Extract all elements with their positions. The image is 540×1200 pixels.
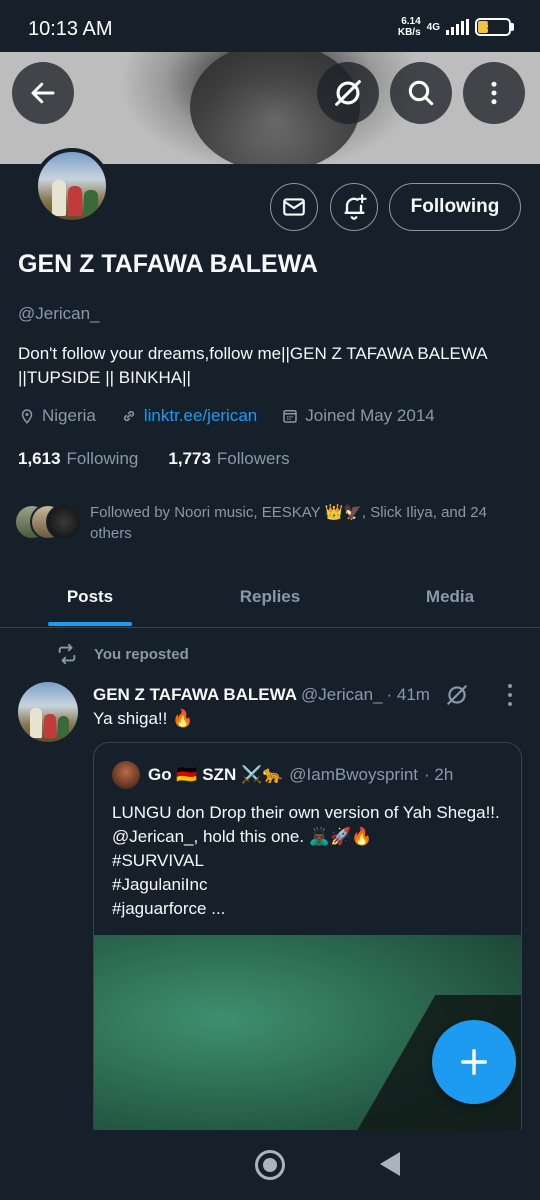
quote-avatar	[112, 761, 140, 789]
tab-media[interactable]: Media	[360, 568, 540, 626]
follow-counts: 1,613 Following 1,773 Followers	[18, 449, 290, 469]
calendar-icon	[283, 410, 297, 423]
profile-banner	[0, 52, 540, 164]
network-type: 4G	[426, 21, 440, 33]
following-count[interactable]: 1,613	[18, 449, 61, 469]
back-button[interactable]	[12, 62, 74, 124]
grok-button[interactable]	[317, 62, 379, 124]
followed-by-avatars	[14, 502, 86, 542]
link-icon	[123, 410, 134, 422]
more-options-button[interactable]	[463, 62, 525, 124]
followers-count[interactable]: 1,773	[168, 449, 211, 469]
slashed-circle-icon[interactable]	[444, 682, 470, 708]
profile-meta: Nigeria linktr.ee/jerican Joined May 201…	[18, 406, 435, 426]
profile-tabs: Posts Replies Media	[0, 568, 540, 628]
tab-replies[interactable]: Replies	[180, 568, 360, 626]
network-speed: 6.14 KB/s	[397, 16, 421, 38]
back-nav-icon[interactable]	[380, 1152, 400, 1176]
quote-author-name: Go 🇩🇪 SZN ⚔️🐆	[148, 765, 284, 784]
quote-author-handle: @IamBwoysprint	[289, 765, 419, 784]
status-indicators: 6.14 KB/s 4G 32	[398, 16, 514, 38]
profile-name: GEN Z TAFAWA BALEWA	[18, 250, 318, 278]
profile-link[interactable]: linktr.ee/jerican	[144, 406, 257, 426]
repost-icon	[58, 643, 76, 665]
active-tab-indicator	[48, 622, 132, 626]
followers-label[interactable]: Followers	[217, 449, 290, 469]
tab-posts[interactable]: Posts	[0, 568, 180, 626]
bell-plus-icon	[344, 194, 367, 220]
search-button[interactable]	[390, 62, 452, 124]
post-text: Ya shiga!! 🔥	[93, 709, 194, 728]
quote-time: · 2h	[424, 765, 454, 784]
followed-by-text: Followed by Noori music, EESKAY 👑🦅, Slic…	[90, 504, 487, 542]
post-header: GEN Z TAFAWA BALEWA @Jerican_ · 41m	[93, 682, 470, 708]
post-more-icon[interactable]	[500, 684, 520, 706]
followed-by[interactable]: Followed by Noori music, EESKAY 👑🦅, Slic…	[14, 502, 520, 544]
following-button[interactable]: Following	[389, 183, 521, 231]
battery-icon: 32	[475, 18, 514, 36]
home-nav-icon[interactable]	[255, 1150, 285, 1180]
avatar	[46, 504, 82, 540]
status-time: 10:13 AM	[28, 18, 113, 40]
post-author-handle[interactable]: @Jerican_	[301, 685, 383, 705]
profile-bio: Don't follow your dreams,follow me||GEN …	[18, 344, 487, 387]
signal-icon	[446, 19, 469, 35]
system-nav-bar	[0, 1130, 540, 1200]
envelope-icon	[283, 198, 305, 216]
quote-text: LUNGU don Drop their own version of Yah …	[112, 803, 500, 918]
status-bar: 10:13 AM 6.14 KB/s 4G 32	[0, 0, 540, 52]
compose-button[interactable]	[432, 1020, 516, 1104]
location-pin-icon	[21, 409, 33, 424]
repost-label: You reposted	[54, 643, 189, 665]
following-label[interactable]: Following	[67, 449, 139, 469]
notify-button[interactable]	[330, 183, 378, 231]
search-icon	[408, 80, 434, 106]
post-avatar[interactable]	[18, 682, 78, 742]
more-vertical-icon	[491, 81, 497, 105]
arrow-left-icon	[31, 82, 55, 104]
profile-avatar[interactable]	[34, 148, 110, 224]
plus-icon	[460, 1048, 488, 1076]
slashed-circle-icon	[335, 80, 361, 106]
profile-handle: @Jerican_	[18, 304, 100, 323]
post-time: · 41m	[386, 685, 430, 704]
profile-location: Nigeria	[42, 406, 96, 425]
message-button[interactable]	[270, 183, 318, 231]
profile-joined: Joined May 2014	[305, 406, 435, 425]
post-author-name[interactable]: GEN Z TAFAWA BALEWA	[93, 685, 297, 705]
quote-header: Go 🇩🇪 SZN ⚔️🐆 @IamBwoysprint · 2h	[148, 765, 453, 785]
